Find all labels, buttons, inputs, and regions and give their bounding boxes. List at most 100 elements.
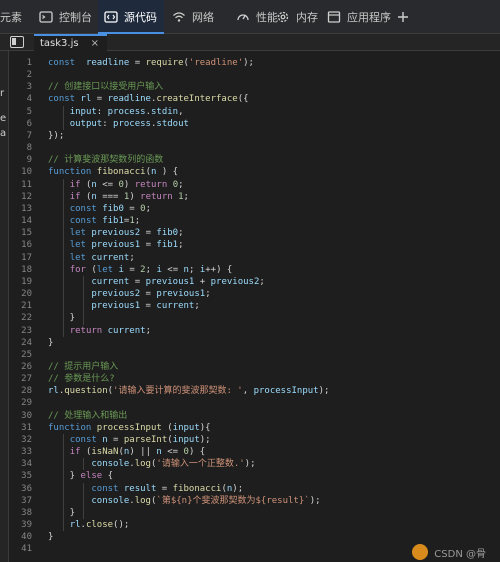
line-number[interactable]: 31 [9, 422, 32, 434]
line-number[interactable]: 34 [9, 458, 32, 470]
line-number[interactable]: 8 [9, 142, 32, 154]
line-number[interactable]: 10 [9, 166, 32, 178]
line-number[interactable]: 11 [9, 179, 32, 191]
code-line: 24} [9, 337, 500, 349]
line-number[interactable]: 30 [9, 410, 32, 422]
code-token: } [48, 337, 54, 348]
line-number[interactable]: 41 [9, 543, 32, 555]
code-line: 29 [9, 397, 500, 409]
code-text: } else { [48, 470, 113, 482]
code-line: 13 const fib0 = 0; [9, 203, 500, 215]
line-number[interactable]: 25 [9, 349, 32, 361]
line-number[interactable]: 24 [9, 337, 32, 349]
tab-console[interactable]: 控制台 [33, 0, 95, 34]
line-number[interactable]: 29 [9, 397, 32, 409]
file-tab-task3[interactable]: task3.js × [34, 34, 107, 51]
code-text: } [48, 337, 53, 349]
tab-network[interactable]: 网络 [168, 0, 228, 34]
code-text: let previous2 = fib0; [48, 227, 184, 239]
code-text: previous1 = current; [48, 300, 200, 312]
tab-elements-label: 元素 [0, 11, 22, 24]
code-text: const fib1=1; [48, 215, 140, 227]
watermark-logo-icon [412, 544, 429, 560]
add-tab-button[interactable] [394, 0, 412, 34]
code-token: return [69, 325, 103, 336]
line-number[interactable]: 4 [9, 93, 32, 105]
code-token: ; [183, 191, 189, 202]
code-line: 39 rl.close(); [9, 519, 500, 531]
code-token: = [123, 203, 141, 214]
code-text: if (n === 1) return 1; [48, 191, 189, 203]
tab-application[interactable]: 应用程序 [323, 0, 391, 34]
line-number[interactable]: 38 [9, 507, 32, 519]
code-token: log [134, 459, 151, 470]
code-token: ); [244, 459, 256, 470]
line-number[interactable]: 9 [9, 154, 32, 166]
code-line: 9 // 计算斐波那契数列的函数 [9, 154, 500, 166]
line-number[interactable]: 2 [9, 69, 32, 81]
code-token: = [107, 434, 124, 445]
code-token: ({ [237, 94, 249, 105]
line-number[interactable]: 20 [9, 288, 32, 300]
tab-memory[interactable]: 内存 [272, 0, 318, 34]
line-number[interactable]: 21 [9, 300, 32, 312]
line-number[interactable]: 7 [9, 130, 32, 142]
code-token: // 创建接口以接受用户输入 [48, 82, 164, 93]
line-number[interactable]: 27 [9, 373, 32, 385]
line-number[interactable]: 35 [9, 470, 32, 482]
line-number[interactable]: 39 [9, 519, 32, 531]
code-token: input [172, 434, 200, 445]
code-token: ) [123, 179, 135, 190]
code-token: <= [161, 447, 184, 458]
line-number[interactable]: 37 [9, 495, 32, 507]
sources-icon [104, 10, 118, 24]
line-number[interactable]: 33 [9, 446, 32, 458]
line-number[interactable]: 12 [9, 191, 32, 203]
code-line: 27 // 参数是什么? [9, 373, 500, 385]
line-number[interactable]: 32 [9, 434, 32, 446]
line-number[interactable]: 26 [9, 361, 32, 373]
line-number[interactable]: 28 [9, 385, 32, 397]
code-text: function processInput (input){ [48, 422, 211, 434]
file-tab-name: task3.js [40, 38, 79, 49]
code-token: processInput [253, 386, 319, 397]
tab-network-label: 网络 [192, 11, 214, 24]
line-number[interactable]: 19 [9, 276, 32, 288]
close-icon[interactable]: × [91, 38, 99, 49]
navigator-glyph: r [0, 88, 5, 99]
line-number[interactable]: 6 [9, 118, 32, 130]
code-token: const [91, 483, 119, 494]
code-token: rl [69, 520, 81, 531]
line-number[interactable]: 18 [9, 264, 32, 276]
tab-elements[interactable]: 元素 [0, 0, 30, 34]
code-token: close [85, 520, 114, 531]
navigator-toggle-icon[interactable] [10, 36, 24, 48]
line-number[interactable]: 3 [9, 81, 32, 93]
code-token: ; [194, 301, 200, 312]
code-token: fib0 [102, 203, 124, 214]
line-number[interactable]: 1 [9, 57, 32, 69]
code-token: `第${n}个斐波那契数为${result}` [156, 495, 310, 506]
line-number[interactable]: 14 [9, 215, 32, 227]
line-number[interactable]: 17 [9, 252, 32, 264]
code-line: 4 const rl = readline.createInterface({ [9, 93, 500, 105]
line-number[interactable]: 40 [9, 531, 32, 543]
line-number[interactable]: 22 [9, 312, 32, 324]
line-number[interactable]: 13 [9, 203, 32, 215]
tab-performance[interactable]: 性能 [232, 0, 278, 34]
line-number[interactable]: 36 [9, 483, 32, 495]
code-token: isNaN [91, 447, 119, 458]
code-line: 2 [9, 69, 500, 81]
tab-sources[interactable]: 源代码 [98, 0, 164, 34]
line-number[interactable]: 23 [9, 325, 32, 337]
line-number[interactable]: 15 [9, 227, 32, 239]
code-token: = [129, 58, 146, 68]
code-editor[interactable]: 1 const readline = require('readline'); 2 3… [9, 51, 500, 562]
line-number[interactable]: 5 [9, 106, 32, 118]
line-number[interactable]: 16 [9, 239, 32, 251]
